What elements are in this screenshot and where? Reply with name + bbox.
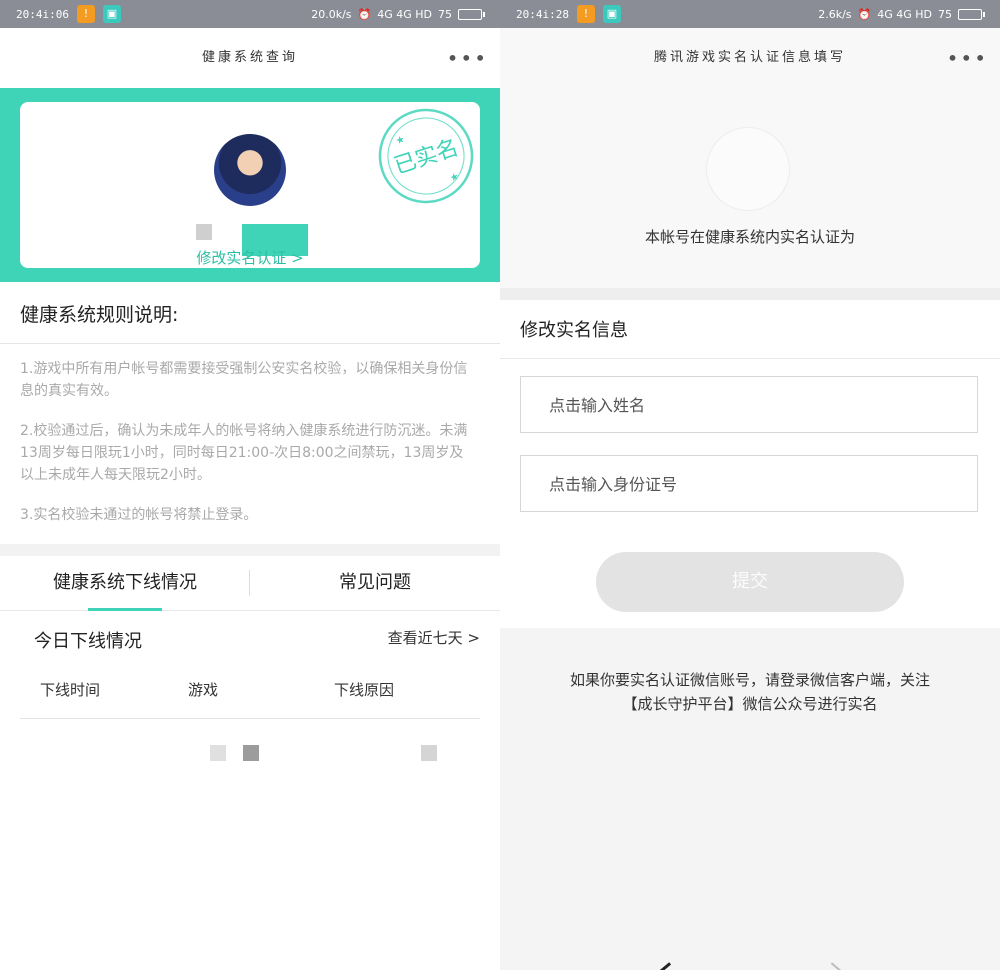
avatar <box>214 134 286 206</box>
tab-separator <box>249 570 250 596</box>
submit-button[interactable]: 提交 <box>596 552 904 612</box>
status-indicators: 20.0k/s ⏰ 4G 4G HD 75 <box>311 0 485 28</box>
realname-form: 修改实名信息 点击输入姓名 点击输入身份证号 提交 <box>500 300 1000 628</box>
status-indicators: 2.6k/s ⏰ 4G 4G HD 75 <box>818 0 985 28</box>
tab-faq[interactable]: 常见问题 <box>250 556 500 610</box>
scan-icon: ▣ <box>602 5 621 23</box>
battery-percent: 75 <box>938 7 952 21</box>
wechat-note: 如果你要实名认证微信账号，请登录微信客户端，关注 【成长守护平台】微信公众号进行… <box>500 628 1000 716</box>
status-bar: 20:4i:06 ! ▣ 20.0k/s ⏰ 4G 4G HD 75 <box>0 0 500 28</box>
battery-icon <box>958 8 985 20</box>
table-row <box>0 719 500 779</box>
verification-status-text: 本帐号在健康系统内实名认证为 <box>644 228 855 246</box>
title-bar: 健康系统查询 ••• <box>0 28 500 88</box>
redacted-cell <box>210 745 226 761</box>
status-bar: 20:4i:28 ! ▣ 2.6k/s ⏰ 4G 4G HD 75 <box>500 0 1000 28</box>
status-time: 20:4i:28 <box>516 7 569 21</box>
redacted-cell <box>243 745 259 761</box>
more-icon[interactable]: ••• <box>447 28 488 88</box>
title-bar: 腾讯游戏实名认证信息填写 ••• <box>500 28 1000 88</box>
tab-bar: 健康系统下线情况 常见问题 <box>0 556 500 611</box>
rule-item: 1.游戏中所有用户帐号都需要接受强制公安实名校验，以确保相关身份信息的真实有效。 <box>20 361 468 399</box>
table-header: 下线时间 游戏 下线原因 <box>20 679 480 719</box>
column-header: 下线时间 <box>40 681 101 699</box>
alarm-icon: ⏰ <box>857 7 872 21</box>
note-line: 如果你要实名认证微信账号，请登录微信客户端，关注 <box>569 671 930 689</box>
name-input[interactable]: 点击输入姓名 <box>520 376 978 433</box>
battery-icon <box>458 8 485 20</box>
alarm-icon: ⏰ <box>357 7 372 21</box>
signal-text: 4G 4G HD <box>377 7 432 21</box>
verified-stamp-icon: 已实名 ★ ★ <box>378 108 474 204</box>
right-screen: 20:4i:28 ! ▣ 2.6k/s ⏰ 4G 4G HD 75 腾讯游戏实名… <box>500 0 1000 970</box>
rule-item: 3.实名校验未通过的帐号将禁止登录。 <box>20 507 258 523</box>
edit-realname-link[interactable]: 修改实名认证 > <box>20 247 480 268</box>
page-title: 腾讯游戏实名认证信息填写 <box>653 50 846 65</box>
verification-status-panel: 本帐号在健康系统内实名认证为 <box>500 88 1000 288</box>
back-arrow-icon[interactable] <box>656 962 672 970</box>
note-line: 【成长守护平台】微信公众号进行实名 <box>622 695 878 713</box>
id-number-input[interactable]: 点击输入身份证号 <box>520 455 978 512</box>
form-title: 修改实名信息 <box>500 300 1000 359</box>
active-tab-indicator <box>88 608 162 611</box>
notification-icon: ! <box>76 5 95 23</box>
signal-text: 4G 4G HD <box>877 7 932 21</box>
column-header: 下线原因 <box>334 681 395 699</box>
rules-title: 健康系统规则说明: <box>0 282 500 344</box>
battery-percent: 75 <box>438 7 452 21</box>
scan-icon: ▣ <box>102 5 121 23</box>
column-header: 游戏 <box>188 681 219 699</box>
status-avatar-placeholder <box>707 128 789 210</box>
notification-icon: ! <box>576 5 595 23</box>
today-header: 今日下线情况 查看近七天 > <box>0 611 500 653</box>
page-title: 健康系统查询 <box>201 50 298 65</box>
view-week-link[interactable]: 查看近七天 > <box>388 627 480 653</box>
redacted-block <box>196 224 212 240</box>
today-title: 今日下线情况 <box>34 631 142 652</box>
left-screen: 20:4i:06 ! ▣ 20.0k/s ⏰ 4G 4G HD 75 健康系统查… <box>0 0 500 970</box>
status-time: 20:4i:06 <box>16 7 69 21</box>
section-divider <box>500 288 1000 300</box>
more-icon[interactable]: ••• <box>947 28 988 88</box>
profile-banner: 已实名 ★ ★ 修改实名认证 > <box>0 88 500 282</box>
svg-text:★: ★ <box>449 171 461 184</box>
rule-item: 2.校验通过后，确认为未成年人的帐号将纳入健康系统进行防沉迷。未满13周岁每日限… <box>20 423 468 483</box>
svg-text:★: ★ <box>395 134 407 147</box>
forward-arrow-icon[interactable] <box>830 962 842 970</box>
net-speed: 20.0k/s <box>311 7 352 21</box>
profile-card: 已实名 ★ ★ 修改实名认证 > <box>20 102 480 268</box>
net-speed: 2.6k/s <box>818 7 852 21</box>
rules-list: 1.游戏中所有用户帐号都需要接受强制公安实名校验，以确保相关身份信息的真实有效。… <box>0 344 500 526</box>
section-divider <box>0 544 500 556</box>
redacted-cell <box>421 745 437 761</box>
tab-offline-status[interactable]: 健康系统下线情况 <box>0 556 250 610</box>
browser-nav-bar <box>500 954 1000 970</box>
